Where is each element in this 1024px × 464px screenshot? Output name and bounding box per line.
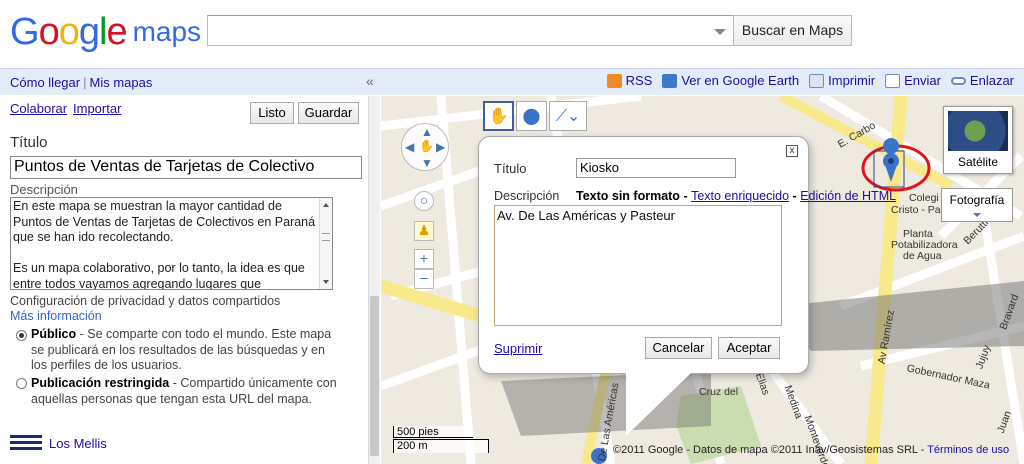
scroll-up-icon[interactable] [323, 203, 329, 207]
close-icon[interactable]: x [786, 145, 798, 157]
scale-meters: 200 m [393, 439, 489, 453]
scroll-down-icon[interactable] [323, 280, 329, 284]
hand-tool-button[interactable]: ✋ [483, 101, 514, 131]
public-radio[interactable] [16, 330, 27, 341]
separator: | [83, 75, 87, 90]
import-link[interactable]: Importar [73, 101, 121, 116]
scale-feet: 500 pies [393, 426, 473, 438]
line-style-icon [10, 435, 42, 451]
photos-toggle[interactable]: Fotografía [941, 188, 1013, 222]
title-label: Título [10, 134, 48, 151]
my-maps-link[interactable]: Mis mapas [89, 75, 152, 90]
line-icon: ⟋⌄ [555, 108, 581, 125]
text-mode-selector: Texto sin formato - Texto enriquecido - … [576, 189, 896, 203]
delete-link[interactable]: Suprimir [494, 341, 542, 356]
scrollbar-thumb[interactable] [370, 296, 379, 456]
top-toolbar: Cómo llegar | Mis mapas « RSS Ver en Googl… [0, 68, 1024, 95]
search-input[interactable] [207, 15, 735, 46]
satellite-label: Satélite [957, 155, 999, 169]
map-scale: 500 pies 200 m [389, 426, 489, 456]
popup-description-textarea[interactable]: Av. De Las Américas y Pasteur [494, 205, 782, 326]
reset-icon[interactable]: ○ [414, 191, 434, 211]
more-info-link[interactable]: Más información [10, 309, 102, 323]
rich-text-mode[interactable]: Texto enriquecido [691, 189, 789, 203]
print-icon [809, 73, 825, 88]
google-earth-link[interactable]: Ver en Google Earth [662, 73, 799, 88]
left-panel: Colaborar Importar Listo Guardar Título … [0, 96, 368, 464]
html-edit-mode[interactable]: Edición de HTML [800, 189, 896, 203]
mail-icon [885, 73, 901, 88]
restricted-radio[interactable] [16, 378, 27, 389]
hand-icon: ✋ [488, 108, 509, 125]
map-canvas[interactable]: E. Carbo Av Ramírez Gobernador Maza Cruz… [381, 96, 1024, 464]
cancel-button[interactable]: Cancelar [645, 337, 712, 359]
zoom-out-button[interactable]: − [414, 269, 434, 289]
privacy-label: Configuración de privacidad y datos comp… [10, 294, 281, 308]
public-option-text: Público - Se comparte con todo el mundo.… [31, 327, 332, 372]
plain-text-mode[interactable]: Texto sin formato [576, 189, 680, 203]
popup-title-input[interactable]: Kiosko [576, 158, 736, 178]
place-label: de Agua [903, 250, 942, 262]
panel-scrollbar[interactable] [368, 96, 380, 464]
mode-separator: - [683, 189, 692, 203]
edit-tools: ✋ ⬤ ⟋⌄ [483, 101, 587, 131]
popup-description-label: Descripción [494, 189, 560, 203]
pan-up-icon[interactable]: ▲ [421, 125, 433, 139]
pegman-icon[interactable]: ♟ [414, 221, 434, 241]
copyright-notice: ©2011 Google - Datos de mapa ©2011 Inav/… [613, 444, 1010, 456]
print-link[interactable]: Imprimir [809, 73, 875, 88]
street-label: Cruz del [699, 386, 739, 398]
line-tool-button[interactable]: ⟋⌄ [549, 101, 587, 131]
description-label: Descripción [10, 182, 78, 197]
accept-button[interactable]: Aceptar [718, 337, 780, 359]
restricted-option-text: Publicación restringida - Compartido úni… [31, 376, 337, 406]
done-button[interactable]: Listo [250, 102, 294, 124]
placemark-icon: ⬤ [522, 108, 541, 125]
header: Google maps Buscar en Maps [0, 0, 1024, 68]
directions-link[interactable]: Cómo llegar [10, 75, 80, 90]
collaborate-link[interactable]: Colaborar [10, 101, 67, 116]
place-label: Colegi [909, 192, 939, 204]
scroll-grip-icon[interactable] [322, 233, 330, 241]
rss-icon [606, 73, 622, 88]
chevron-down-icon[interactable] [973, 213, 981, 217]
placemark-tool-button[interactable]: ⬤ [516, 101, 547, 131]
send-link[interactable]: Enviar [885, 73, 941, 88]
chevron-down-icon[interactable] [714, 29, 726, 35]
collapse-panel-button[interactable]: « [366, 73, 374, 89]
earth-icon [662, 73, 678, 88]
hand-icon: ✋ [419, 139, 434, 153]
rss-link[interactable]: RSS [606, 73, 652, 88]
pan-down-icon[interactable]: ▼ [421, 156, 433, 170]
pan-right-icon[interactable]: ▶ [436, 140, 445, 154]
link-link[interactable]: Enlazar [950, 73, 1014, 88]
place-label: Cristo - Parr [891, 204, 948, 216]
popup-title-label: Título [494, 161, 527, 176]
popup-tail [626, 372, 692, 436]
zoom-in-button[interactable]: + [414, 249, 434, 269]
search-button[interactable]: Buscar en Maps [733, 15, 852, 46]
textarea-scrollbar[interactable] [319, 198, 332, 289]
zoom-control: ○ ♟ + − [414, 191, 434, 291]
terms-link[interactable]: Términos de uso [927, 444, 1009, 456]
placemark-edit-popup: x Título Kiosko Descripción Texto sin fo… [478, 136, 896, 374]
pan-control[interactable]: ▲ ◀ ▶ ▼ ✋ [401, 123, 449, 171]
layer-name: Los Mellis [49, 436, 107, 451]
map-description-textarea[interactable]: En este mapa se muestran la mayor cantid… [10, 197, 333, 290]
globe-icon [948, 111, 1008, 151]
pan-left-icon[interactable]: ◀ [405, 140, 414, 154]
map-title-input[interactable]: Puntos de Ventas de Tarjetas de Colectiv… [10, 156, 362, 179]
description-text: En este mapa se muestran la mayor cantid… [13, 199, 316, 290]
save-button[interactable]: Guardar [298, 102, 359, 124]
link-icon [950, 76, 966, 85]
layer-item[interactable]: Los Mellis [10, 433, 330, 457]
google-maps-logo[interactable]: Google maps [10, 10, 201, 54]
satellite-toggle[interactable]: Satélite [943, 106, 1013, 174]
